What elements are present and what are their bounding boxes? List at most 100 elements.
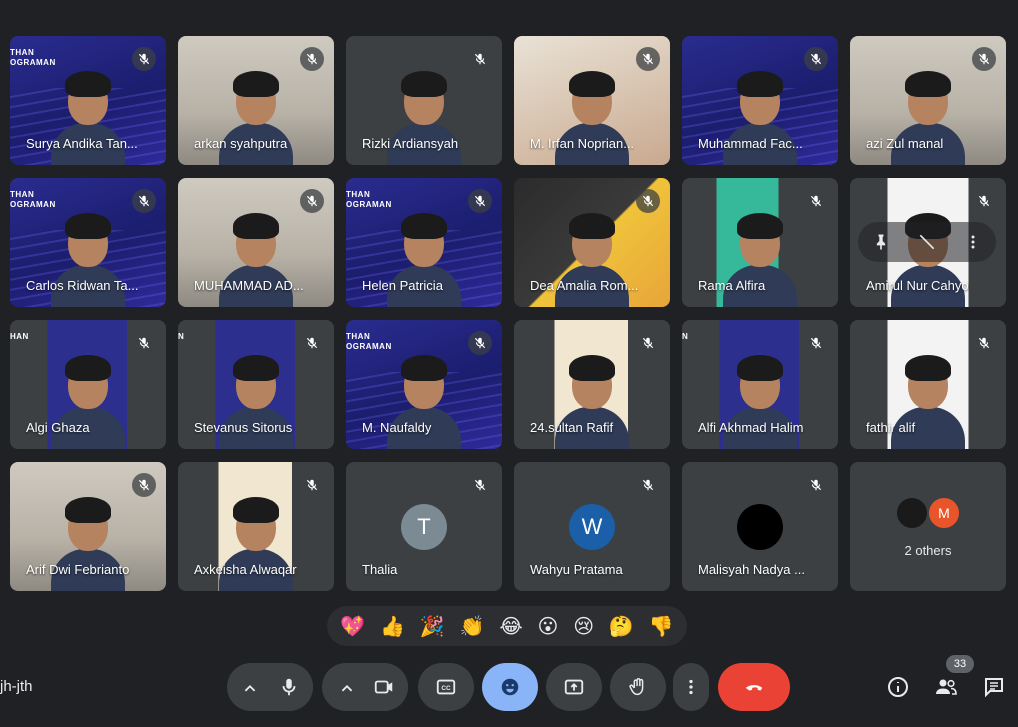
reaction-emoji[interactable]: 👍: [380, 606, 405, 646]
participant-tile[interactable]: Malisyah Nadya ...: [682, 462, 838, 591]
microphone-icon: [282, 678, 296, 696]
muted-mic-icon: [300, 189, 324, 213]
participant-tile[interactable]: Arif Dwi Febrianto: [10, 462, 166, 591]
participant-tile[interactable]: THAN OGRAMAN M. Naufaldy: [346, 320, 502, 449]
muted-mic-icon: [468, 473, 492, 497]
participant-tile[interactable]: THAN OGRAMAN Carlos Ridwan Ta...: [10, 178, 166, 307]
participant-tile[interactable]: M. Irfan Noprian...: [514, 36, 670, 165]
reaction-emoji[interactable]: 👎: [649, 606, 674, 646]
participant-tile[interactable]: Dea Amalia Rom...: [514, 178, 670, 307]
microphone-button[interactable]: [265, 663, 313, 711]
muted-mic-icon: [132, 47, 156, 71]
participant-name: Rama Alfira: [698, 278, 766, 293]
emoji-icon: [501, 678, 519, 696]
participant-name: Algi Ghaza: [26, 420, 90, 435]
others-label: 2 others: [904, 543, 952, 558]
participant-tile[interactable]: THAN OGRAMAN Helen Patricia: [346, 178, 502, 307]
captions-icon: CC: [436, 679, 456, 695]
camera-button[interactable]: [360, 663, 408, 711]
captions-button[interactable]: CC: [418, 663, 474, 711]
mic-control-group: [227, 663, 313, 711]
muted-mic-icon: [132, 331, 156, 355]
participant-avatar: T: [401, 504, 447, 550]
participant-grid: THAN OGRAMAN Surya Andika Tan... arkan sya…: [10, 36, 1006, 591]
present-button[interactable]: [546, 663, 602, 711]
pin-icon[interactable]: [871, 232, 891, 252]
reaction-emoji[interactable]: 💖: [340, 606, 365, 646]
participant-count-badge: 33: [946, 655, 974, 673]
muted-mic-icon: [804, 189, 828, 213]
present-screen-icon: [564, 679, 584, 695]
participant-tile[interactable]: W Wahyu Pratama: [514, 462, 670, 591]
chat-icon: [985, 678, 1003, 698]
chevron-up-icon[interactable]: [336, 678, 358, 700]
participant-name: Wahyu Pratama: [530, 562, 623, 577]
participant-tile[interactable]: Rama Alfira: [682, 178, 838, 307]
avatar: M: [927, 496, 961, 530]
participant-tile[interactable]: azi Zul manal: [850, 36, 1006, 165]
participant-avatar: W: [569, 504, 615, 550]
participant-name: Axkeisha Alwaqar: [194, 562, 297, 577]
participant-tile[interactable]: fathir alif: [850, 320, 1006, 449]
muted-mic-icon: [636, 47, 660, 71]
muted-mic-icon: [468, 331, 492, 355]
participant-tile[interactable]: HAN Algi Ghaza: [10, 320, 166, 449]
participant-tile[interactable]: MUHAMMAD AD...: [178, 178, 334, 307]
muted-mic-icon: [972, 189, 996, 213]
participant-tile[interactable]: T Thalia: [346, 462, 502, 591]
muted-mic-icon: [972, 47, 996, 71]
people-button[interactable]: [932, 673, 960, 701]
participant-name: Amirul Nur Cahyo: [866, 278, 969, 293]
reaction-emoji[interactable]: 🤔: [609, 606, 634, 646]
participant-name: Alfi Akhmad Halim: [698, 420, 804, 435]
reaction-emoji[interactable]: 😢: [573, 606, 594, 646]
participant-name: Thalia: [362, 562, 398, 577]
participant-tile[interactable]: Muhammad Fac...: [682, 36, 838, 165]
participant-name: fathir alif: [866, 420, 916, 435]
end-call-button[interactable]: [718, 663, 790, 711]
mute-participant-icon[interactable]: [917, 232, 937, 252]
participant-tile[interactable]: Axkeisha Alwaqar: [178, 462, 334, 591]
reactions-button[interactable]: [482, 663, 538, 711]
participant-tile[interactable]: arkan syahputra: [178, 36, 334, 165]
participant-name: Surya Andika Tan...: [26, 136, 138, 151]
reaction-emoji[interactable]: 🎉: [420, 606, 445, 646]
reaction-emoji[interactable]: 😮: [538, 606, 559, 646]
camera-control-group: [322, 663, 408, 711]
meeting-info-button[interactable]: [884, 673, 912, 701]
participant-tile[interactable]: N Alfi Akhmad Halim: [682, 320, 838, 449]
background-logo-text: HAN: [10, 332, 29, 341]
participant-tile[interactable]: N Stevanus Sitorus: [178, 320, 334, 449]
raise-hand-button[interactable]: [610, 663, 666, 711]
participant-name: Rizki Ardiansyah: [362, 136, 459, 151]
others-tile[interactable]: M 2 others: [850, 462, 1006, 591]
reaction-emoji[interactable]: 😂: [499, 606, 522, 646]
muted-mic-icon: [804, 473, 828, 497]
more-vert-icon[interactable]: [963, 232, 983, 252]
participant-name: azi Zul manal: [866, 136, 944, 151]
camera-icon: [374, 680, 393, 694]
muted-mic-icon: [468, 189, 492, 213]
participant-tile[interactable]: 24.sultan Rafif: [514, 320, 670, 449]
participant-tile[interactable]: Amirul Nur Cahyo: [850, 178, 1006, 307]
muted-mic-icon: [636, 473, 660, 497]
participant-name: arkan syahputra: [194, 136, 288, 151]
participant-name: Stevanus Sitorus: [194, 420, 293, 435]
muted-mic-icon: [804, 47, 828, 71]
participant-name: Dea Amalia Rom...: [530, 278, 639, 293]
participant-name: Carlos Ridwan Ta...: [26, 278, 139, 293]
info-icon: [888, 677, 908, 697]
muted-mic-icon: [804, 331, 828, 355]
chat-button[interactable]: [980, 673, 1008, 701]
participant-tile[interactable]: THAN OGRAMAN Surya Andika Tan...: [10, 36, 166, 165]
people-icon: [936, 679, 957, 695]
others-avatars: M: [850, 496, 1006, 530]
meeting-code: jh-jth: [0, 678, 33, 695]
participant-name: M. Irfan Noprian...: [530, 136, 635, 151]
participant-tile[interactable]: Rizki Ardiansyah: [346, 36, 502, 165]
reaction-emoji[interactable]: 👏: [460, 606, 485, 646]
participant-avatar: [737, 504, 783, 550]
more-options-button[interactable]: [673, 663, 709, 711]
hang-up-icon: [745, 685, 763, 691]
chevron-up-icon[interactable]: [239, 678, 261, 700]
